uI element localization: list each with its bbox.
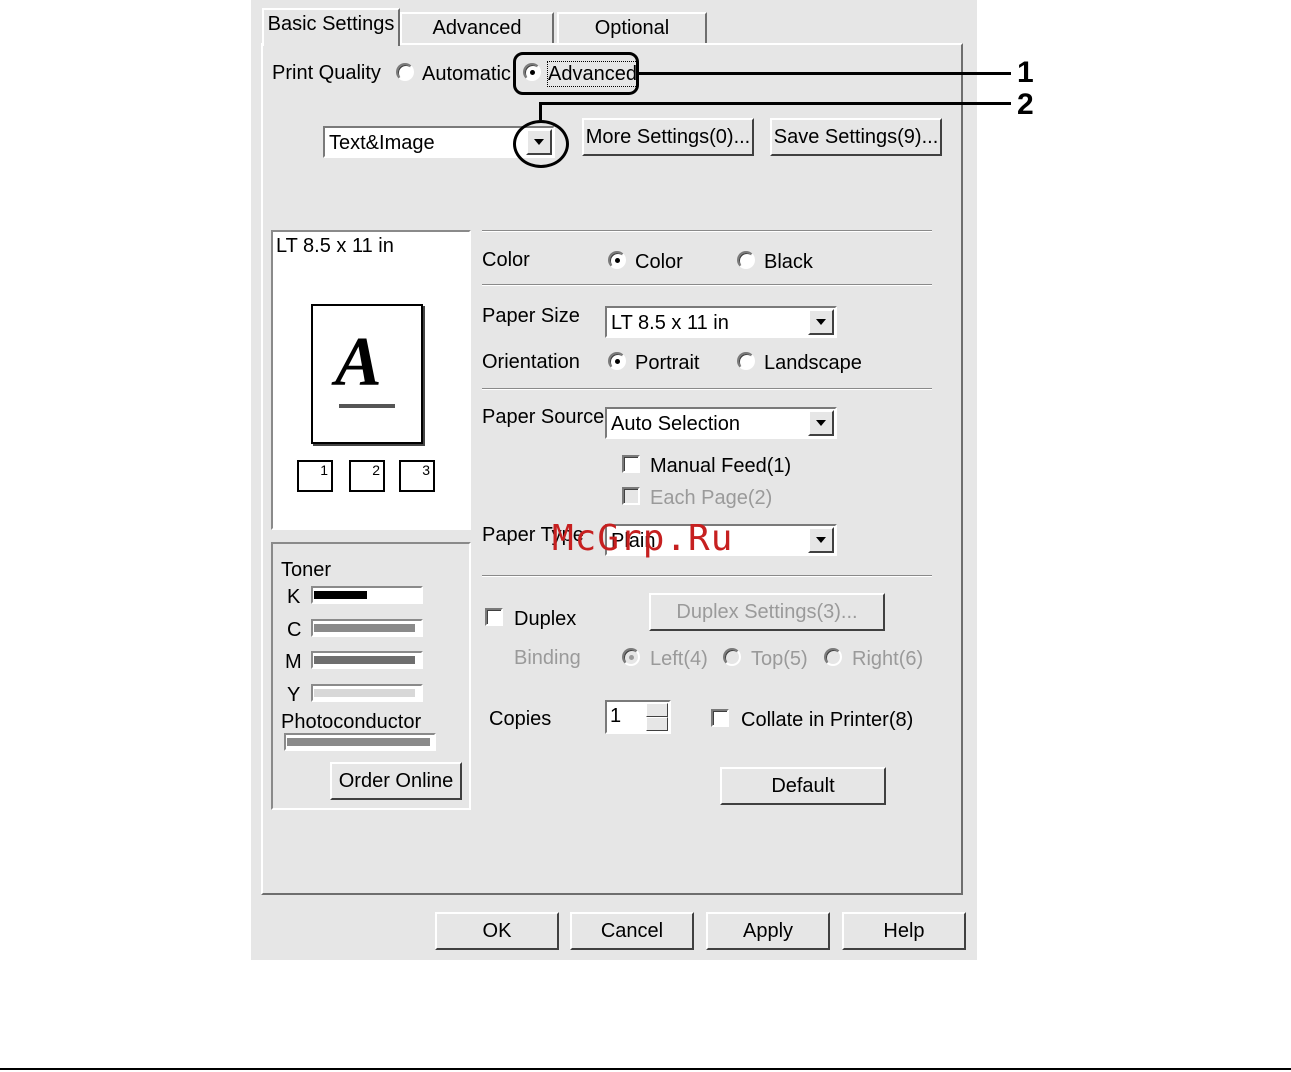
portrait-label: Portrait	[635, 352, 700, 374]
copies-value[interactable]: 1	[610, 703, 621, 729]
save-settings-button[interactable]: Save Settings(9)...	[770, 118, 942, 156]
toner-c-bar	[311, 619, 423, 637]
color-radio[interactable]	[608, 251, 626, 269]
photoconductor-bar	[284, 733, 436, 751]
separator	[482, 575, 932, 577]
tab-advanced-layout[interactable]: Advanced Layout	[400, 12, 554, 67]
callout-1-line	[639, 72, 1011, 75]
page-bottom-rule	[0, 1068, 1291, 1070]
color-label: Color	[482, 249, 530, 271]
toner-y-bar	[311, 684, 423, 702]
toner-y-fill	[314, 689, 415, 697]
callout-2-line	[539, 102, 1011, 105]
separator	[482, 284, 932, 286]
tab-optional-settings[interactable]: Optional Settings	[557, 12, 707, 67]
toner-y-label: Y	[287, 684, 301, 706]
black-radio[interactable]	[737, 251, 755, 269]
preview-text-line	[339, 404, 395, 408]
paper-source-label: Paper Source	[482, 406, 605, 428]
each-page-checkbox[interactable]	[622, 487, 640, 505]
paper-preview: LT 8.5 x 11 in A 1 2 3	[271, 230, 471, 530]
chevron-down-icon[interactable]	[808, 410, 834, 436]
cancel-button[interactable]: Cancel	[570, 912, 694, 950]
photoconductor-label: Photoconductor	[281, 711, 422, 733]
toner-c-label: C	[287, 619, 302, 641]
binding-right-label: Right(6)	[852, 648, 924, 670]
photoconductor-fill	[287, 738, 430, 746]
ok-button[interactable]: OK	[435, 912, 559, 950]
order-online-button[interactable]: Order Online	[330, 762, 462, 800]
portrait-radio[interactable]	[608, 352, 626, 370]
automatic-label: Automatic	[422, 63, 511, 85]
more-settings-button[interactable]: More Settings(0)...	[582, 118, 754, 156]
toner-m-fill	[314, 656, 415, 664]
color-option-label: Color	[635, 251, 683, 273]
binding-label: Binding	[514, 647, 581, 669]
toner-c-fill	[314, 624, 415, 632]
callout-1-number: 1	[1017, 56, 1034, 89]
landscape-label: Landscape	[764, 352, 862, 374]
automatic-radio[interactable]	[396, 63, 414, 81]
collate-label: Collate in Printer(8)	[741, 709, 914, 731]
black-option-label: Black	[764, 251, 813, 273]
toner-k-bar	[311, 586, 423, 604]
binding-top-label: Top(5)	[751, 648, 808, 670]
increment-icon[interactable]	[646, 703, 668, 717]
paper-size-select[interactable]: LT 8.5 x 11 in	[605, 306, 837, 338]
quality-preset-value: Text&Image	[329, 132, 435, 154]
callout-2-highlight	[513, 120, 569, 168]
copy-page-3-icon: 3	[399, 460, 435, 492]
apply-button[interactable]: Apply	[706, 912, 830, 950]
help-button[interactable]: Help	[842, 912, 966, 950]
callout-2-number: 2	[1017, 88, 1034, 121]
duplex-checkbox[interactable]	[485, 608, 503, 626]
paper-size-value: LT 8.5 x 11 in	[611, 312, 729, 334]
copy-page-1-icon: 1	[297, 460, 333, 492]
collate-checkbox[interactable]	[711, 709, 729, 727]
manual-feed-checkbox[interactable]	[622, 455, 640, 473]
watermark-text: McGrp.Ru	[552, 518, 734, 559]
decrement-icon[interactable]	[646, 717, 668, 731]
print-quality-label: Print Quality	[272, 62, 381, 84]
toner-m-label: M	[285, 651, 302, 673]
paper-size-label: Paper Size	[482, 305, 580, 327]
copy-page-2-icon: 2	[349, 460, 385, 492]
separator	[482, 388, 932, 390]
page-thumbnail: A	[311, 304, 423, 444]
duplex-label: Duplex	[514, 608, 577, 630]
toner-k-label: K	[287, 586, 301, 608]
toner-k-fill	[314, 591, 367, 599]
toner-m-bar	[311, 651, 423, 669]
binding-top-radio[interactable]	[723, 648, 741, 666]
duplex-settings-button[interactable]: Duplex Settings(3)...	[649, 593, 885, 631]
default-button[interactable]: Default	[720, 767, 886, 805]
separator	[482, 230, 932, 232]
landscape-radio[interactable]	[737, 352, 755, 370]
chevron-down-icon[interactable]	[808, 527, 834, 553]
copies-stepper[interactable]: 1	[605, 700, 671, 734]
tab-basic-settings[interactable]: Basic Settings	[262, 8, 400, 46]
toner-title: Toner	[281, 559, 332, 581]
orientation-label: Orientation	[482, 351, 580, 373]
chevron-down-icon[interactable]	[808, 309, 834, 335]
copies-label: Copies	[489, 708, 552, 730]
binding-right-radio[interactable]	[824, 648, 842, 666]
preview-paper-label: LT 8.5 x 11 in	[276, 235, 394, 257]
preview-letter: A	[335, 324, 382, 401]
each-page-label: Each Page(2)	[650, 487, 773, 509]
binding-left-label: Left(4)	[650, 648, 708, 670]
manual-feed-label: Manual Feed(1)	[650, 455, 792, 477]
paper-source-select[interactable]: Auto Selection	[605, 407, 837, 439]
paper-source-value: Auto Selection	[611, 413, 740, 435]
binding-left-radio[interactable]	[622, 648, 640, 666]
callout-1-highlight	[513, 52, 639, 95]
